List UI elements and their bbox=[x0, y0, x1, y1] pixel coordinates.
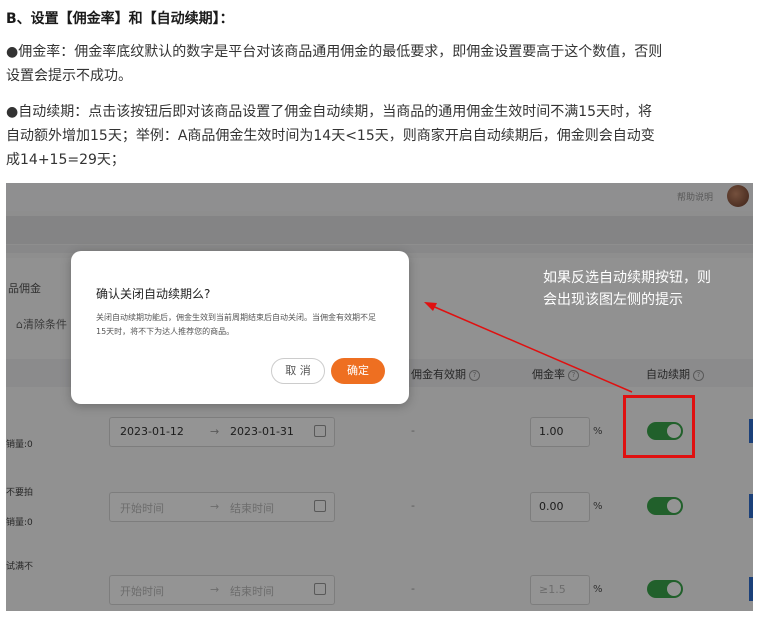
commission-rate-paragraph-line-1: ●佣金率：佣金率底纹默认的数字是平台对该商品通用佣金的最低要求，即佣金设置要高于… bbox=[6, 44, 663, 60]
auto-renew-paragraph-line-2: 自动额外增加15天；举例：A商品佣金生效时间为14天<15天，则商家开启自动续期… bbox=[6, 128, 655, 144]
embedded-screenshot: 帮助说明 品佣金 ⌂清除条件 佣金有效期? 佣金率? 自动续期? 销量:0 20… bbox=[6, 183, 753, 611]
auto-renew-paragraph-line-3: 成14+15=29天； bbox=[6, 152, 125, 168]
annotation-arrow bbox=[424, 302, 633, 393]
arrow-head bbox=[424, 302, 437, 311]
commission-rate-paragraph-line-2: 设置会提示不成功。 bbox=[6, 68, 132, 84]
section-heading: B、设置【佣金率】和【自动续期】： bbox=[6, 11, 234, 27]
arrow-line bbox=[429, 304, 633, 393]
auto-renew-paragraph-line-1: ●自动续期：点击该按钮后即对该商品设置了佣金自动续期，当商品的通用佣金生效时间不… bbox=[6, 104, 653, 120]
